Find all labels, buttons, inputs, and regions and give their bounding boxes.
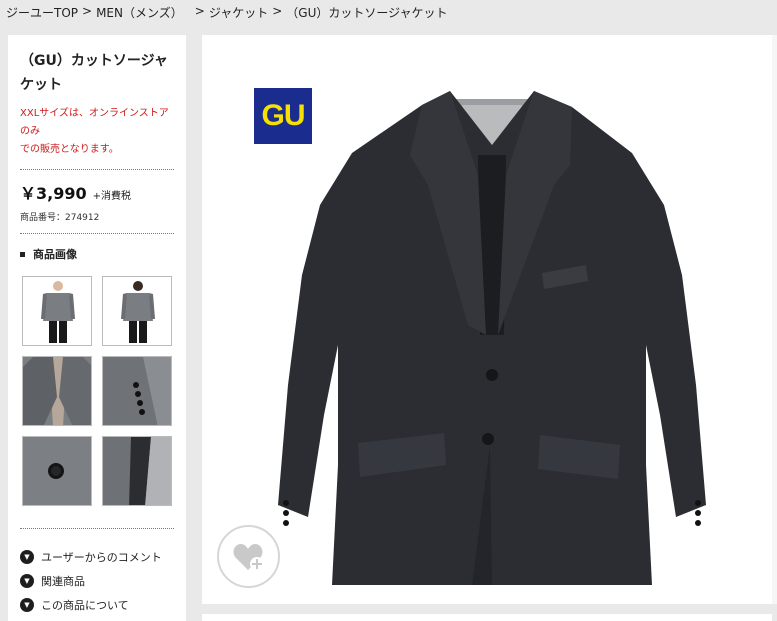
main-image-panel: GU [202,35,772,604]
breadcrumb: ジーユーTOP > MEN（メンズ） > ジャケット > （GU）カットソージャ… [6,4,448,22]
product-sidebar: （GU）カットソージャ ケット XXLサイズは、オンラインストアのみ での販売と… [8,35,186,621]
link-label: ユーザーからのコメント [41,551,162,564]
price: ￥3,990 [20,184,87,203]
info-links: ▼ ユーザーからのコメント ▼ 関連商品 ▼ この商品について [20,545,174,617]
breadcrumb-link-top[interactable]: ジーユーTOP [6,4,78,22]
breadcrumb-link-men[interactable]: MEN（メンズ） [96,4,183,22]
chevron-down-icon: ▼ [20,574,34,588]
item-number: 商品番号：274912 [20,213,100,223]
thumbnail-front-image [23,277,91,345]
size-notice-line2: での販売となります。 [20,144,119,155]
jacket-main-image [278,91,706,585]
link-related-items[interactable]: ▼ 関連商品 [20,569,174,593]
product-title-line2: ケット [20,77,62,93]
scrollbar[interactable] [772,35,777,604]
size-notice: XXLサイズは、オンラインストアのみ での販売となります。 [20,105,174,159]
breadcrumb-separator: > [82,4,93,18]
link-label: 関連商品 [41,575,85,588]
breadcrumb-link-jacket[interactable]: ジャケット [209,4,268,22]
thumbnail-front[interactable] [22,276,92,346]
size-notice-line1: XXLサイズは、オンラインストアのみ [20,108,169,137]
thumbnail-lining[interactable] [102,436,172,506]
thumbnail-grid [22,276,174,506]
breadcrumb-separator: > [272,4,283,18]
heart-plus-icon [233,543,264,571]
images-heading-label: 商品画像 [33,248,77,261]
link-about-item[interactable]: ▼ この商品について [20,593,174,617]
thumbnail-collar-image [23,357,91,425]
thumbnail-button[interactable] [22,436,92,506]
images-heading: 商品画像 [20,246,174,262]
lower-panel [202,614,772,621]
chevron-down-icon: ▼ [20,550,34,564]
product-title: （GU）カットソージャ ケット [20,49,174,97]
breadcrumb-current: （GU）カットソージャケット [286,6,448,20]
thumbnail-back[interactable] [102,276,172,346]
price-row: ￥3,990 +消費税 [20,180,174,204]
chevron-down-icon: ▼ [20,598,34,612]
divider [20,169,174,170]
divider [20,528,174,529]
product-title-line1: （GU）カットソージャ [20,53,168,69]
tax-label: +消費税 [92,191,132,202]
square-bullet-icon [20,251,25,257]
thumbnail-cuff[interactable] [102,356,172,426]
thumbnail-back-image [103,277,171,345]
breadcrumb-separator: > [194,4,205,18]
link-label: この商品について [41,599,129,612]
add-favorite-button[interactable] [217,525,280,588]
link-user-comments[interactable]: ▼ ユーザーからのコメント [20,545,174,569]
thumbnail-collar[interactable] [22,356,92,426]
divider [20,233,174,234]
thumbnail-cuff-image [103,357,171,425]
thumbnail-lining-image [103,437,171,505]
thumbnail-button-image [23,437,91,505]
